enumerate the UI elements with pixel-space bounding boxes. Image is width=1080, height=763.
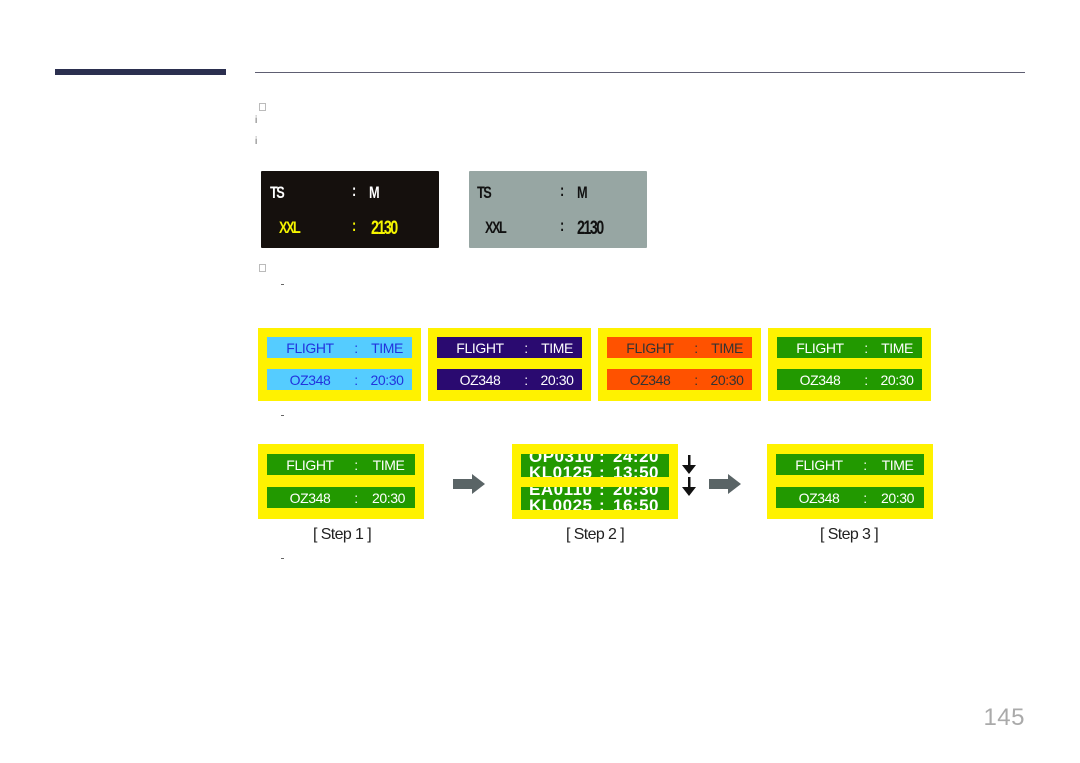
board-cell-separator: : — [599, 463, 606, 477]
board-cell-right: 20:30 — [710, 371, 744, 388]
board-row: OZ348:20:30 — [776, 487, 924, 508]
page-number: 145 — [983, 704, 1025, 731]
step-3-board: FLIGHT: TIME OZ348:20:30 — [767, 444, 933, 519]
header-rule — [255, 72, 1025, 73]
dark-background-example: TS : M XXL : 2130 — [261, 171, 439, 248]
board-cell-separator: : — [599, 496, 606, 510]
example-row2-right: 2130 — [371, 218, 398, 239]
board-cell-left: OZ348 — [629, 371, 671, 388]
example-row1-sep: : — [560, 181, 564, 200]
board-cell-separator: : — [354, 339, 358, 356]
example-row1-left: TS — [270, 183, 285, 202]
board-cell-right: TIME — [541, 339, 573, 356]
example-row2-sep: : — [560, 216, 564, 235]
board-row: OZ348:20:30 — [267, 487, 415, 508]
board-row: OZ348:20:30 — [777, 369, 922, 390]
board-cell-right: 20:30 — [370, 371, 404, 388]
step-label: [ Step 3 ] — [820, 526, 879, 543]
note-checkbox-icon — [259, 103, 266, 111]
board-cell-right: TIME — [371, 339, 403, 356]
board-cell-left: FLIGHT — [286, 339, 334, 356]
board-cell-separator: : — [863, 489, 867, 506]
chapter-header-bar — [55, 69, 226, 75]
board-cell-separator: : — [524, 339, 528, 356]
board-row: FLIGHT: TIME — [267, 454, 415, 475]
right-arrow-icon — [453, 474, 485, 494]
board-cell-right: 16:50 — [613, 496, 659, 510]
example-row1-sep: : — [352, 181, 356, 200]
board-cell-left: OZ348 — [798, 489, 840, 506]
info-bullet-2: i — [255, 136, 258, 147]
board-cell-left: OZ348 — [289, 489, 331, 506]
grey-background-example: TS : M XXL : 2130 — [469, 171, 647, 248]
board-row: FLIGHT: TIME — [267, 337, 412, 358]
board-row: FLIGHT: TIME — [777, 337, 922, 358]
board-cell-right: 20:30 — [371, 489, 406, 506]
board-cell-separator: : — [354, 489, 358, 506]
color-sample-board: FLIGHT: TIME OZ348:20:30 — [428, 328, 591, 401]
board-cell-left: FLIGHT — [626, 339, 674, 356]
down-arrow-icon — [681, 477, 697, 502]
color-sample-board: FLIGHT: TIME OZ348:20:30 — [598, 328, 761, 401]
scroll-row: KL0025:16:50 — [521, 496, 669, 510]
scroll-window: OP0310:24:20 KL0125:13:50 — [521, 454, 669, 477]
scroll-window: EA0110:20:30 KL0025:16:50 — [521, 487, 669, 510]
step-label: [ Step 2 ] — [566, 526, 625, 543]
board-cell-left: FLIGHT — [456, 339, 504, 356]
board-cell-left: KL0025 — [529, 496, 593, 510]
board-cell-right: 20:30 — [880, 371, 914, 388]
example-row2-right: 2130 — [577, 218, 604, 239]
color-sample-board: FLIGHT: TIME OZ348:20:30 — [768, 328, 931, 401]
board-cell-right: TIME — [372, 456, 405, 473]
dash-marker — [281, 558, 284, 559]
board-row: OZ348:20:30 — [437, 369, 582, 390]
board-cell-separator: : — [524, 371, 528, 388]
board-cell-left: KL0125 — [529, 463, 593, 477]
board-cell-separator: : — [863, 456, 867, 473]
board-cell-right: 20:30 — [540, 371, 574, 388]
board-cell-right: TIME — [711, 339, 743, 356]
dash-marker — [281, 284, 284, 285]
board-cell-separator: : — [354, 456, 358, 473]
example-row2-left: XXL — [279, 218, 301, 237]
scroll-row: KL0125:13:50 — [521, 463, 669, 477]
right-arrow-icon — [709, 474, 741, 494]
color-sample-board: FLIGHT: TIME OZ348:20:30 — [258, 328, 421, 401]
board-cell-left: FLIGHT — [795, 456, 843, 473]
step-1-board: FLIGHT: TIME OZ348:20:30 — [258, 444, 424, 519]
board-cell-right: 13:50 — [613, 463, 659, 477]
board-cell-right: TIME — [881, 339, 913, 356]
example-row1-right: M — [577, 183, 588, 202]
board-cell-separator: : — [354, 371, 358, 388]
board-cell-left: OZ348 — [799, 371, 841, 388]
board-cell-left: FLIGHT — [796, 339, 844, 356]
board-row: FLIGHT: TIME — [437, 337, 582, 358]
board-cell-right: TIME — [881, 456, 914, 473]
info-bullet-1: i — [255, 115, 258, 126]
example-row1-right: M — [369, 183, 380, 202]
example-row1-left: TS — [477, 183, 492, 202]
board-row: OZ348:20:30 — [267, 369, 412, 390]
dash-marker — [281, 415, 284, 416]
step-label: [ Step 1 ] — [313, 526, 372, 543]
board-cell-separator: : — [864, 371, 868, 388]
board-row: FLIGHT: TIME — [607, 337, 752, 358]
example-row2-left: XXL — [485, 218, 507, 237]
board-row: OZ348:20:30 — [607, 369, 752, 390]
board-row: FLIGHT: TIME — [776, 454, 924, 475]
step-2-board: OP0310:24:20 KL0125:13:50 EA0110:20:30 KL00… — [512, 444, 678, 519]
board-cell-separator: : — [694, 339, 698, 356]
board-cell-left: FLIGHT — [286, 456, 334, 473]
board-cell-right: 20:30 — [880, 489, 915, 506]
board-cell-left: OZ348 — [289, 371, 331, 388]
board-cell-left: OZ348 — [459, 371, 501, 388]
board-cell-separator: : — [864, 339, 868, 356]
board-cell-separator: : — [694, 371, 698, 388]
note-checkbox-icon — [259, 264, 266, 272]
example-row2-sep: : — [352, 216, 356, 235]
